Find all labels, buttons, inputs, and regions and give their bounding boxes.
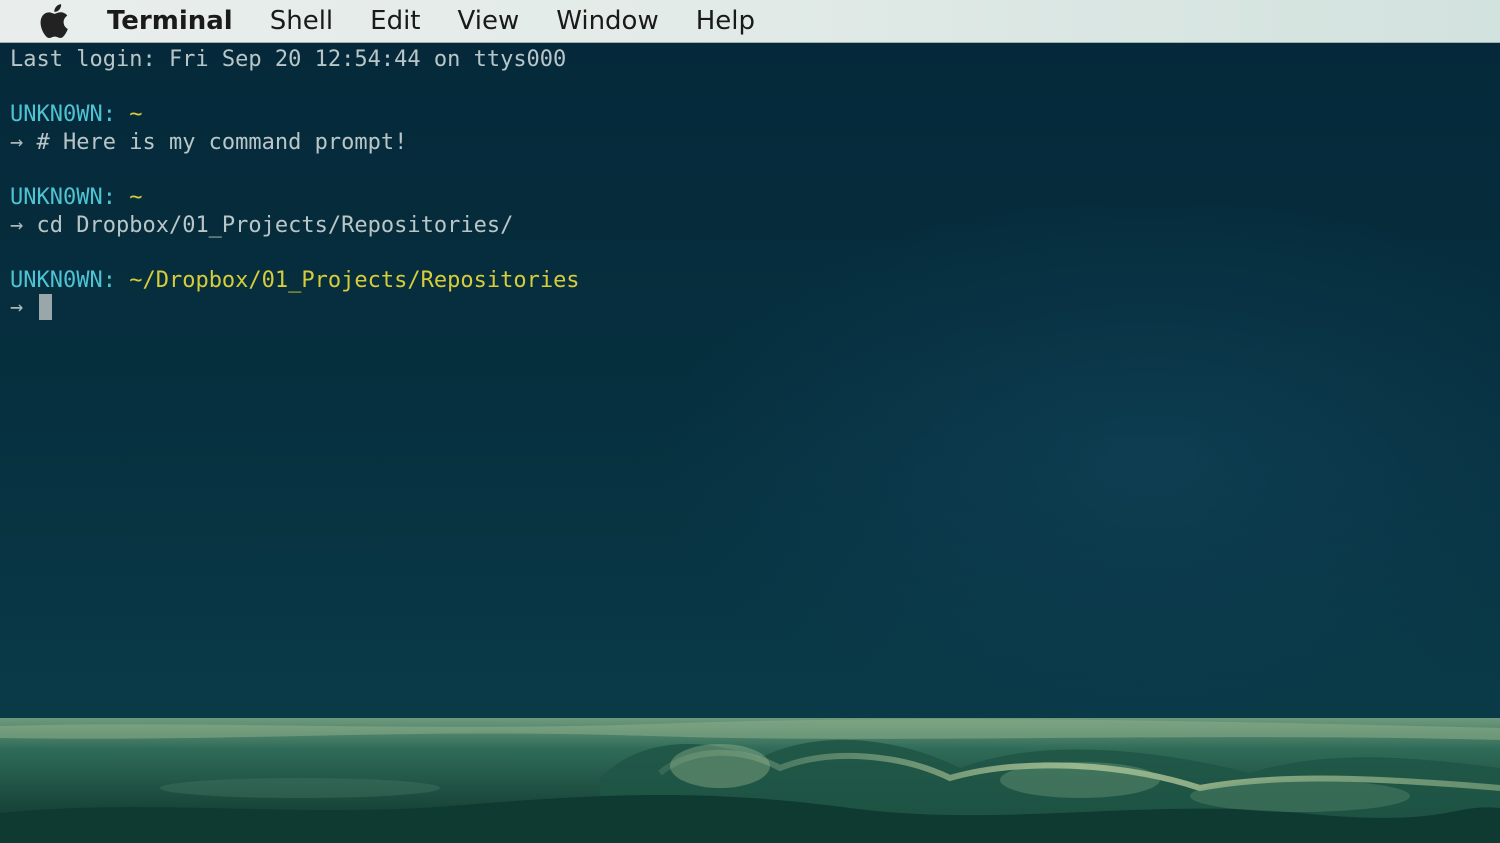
- prompt-header: UNKN0WN: ~: [10, 101, 1500, 129]
- prompt-path: ~/Dropbox/01_Projects/Repositories: [129, 267, 580, 293]
- prompt-path: ~: [129, 102, 143, 128]
- text-cursor: [38, 294, 52, 321]
- menu-help[interactable]: Help: [696, 0, 755, 43]
- command-line: → # Here is my command prompt!: [10, 129, 1500, 157]
- prompt-user: UNKN0WN:: [10, 267, 116, 293]
- terminal-window[interactable]: Last login: Fri Sep 20 12:54:44 on ttys0…: [0, 43, 1500, 718]
- prompt-user: UNKN0WN:: [10, 184, 116, 210]
- command-text: # Here is my command prompt!: [36, 129, 408, 155]
- prompt-path: ~: [129, 184, 143, 210]
- desktop-wallpaper: [0, 718, 1500, 843]
- menu-terminal[interactable]: Terminal: [107, 0, 233, 43]
- prompt-header: UNKN0WN: ~: [10, 184, 1500, 212]
- prompt-header: UNKN0WN: ~/Dropbox/01_Projects/Repositor…: [10, 267, 1500, 295]
- menu-edit[interactable]: Edit: [370, 0, 420, 43]
- prompt-user: UNKN0WN:: [10, 102, 116, 128]
- menu-shell[interactable]: Shell: [270, 0, 333, 43]
- command-line: → cd Dropbox/01_Projects/Repositories/: [10, 212, 1500, 240]
- menu-window[interactable]: Window: [556, 0, 659, 43]
- wave-image: [0, 718, 1500, 843]
- prompt-arrow: →: [10, 295, 24, 321]
- apple-logo-icon[interactable]: [37, 4, 71, 38]
- menu-bar: Terminal Shell Edit View Window Help: [0, 0, 1500, 43]
- command-text: cd Dropbox/01_Projects/Repositories/: [36, 212, 514, 238]
- prompt-arrow: →: [10, 129, 24, 155]
- menu-view[interactable]: View: [458, 0, 520, 43]
- last-login-line: Last login: Fri Sep 20 12:54:44 on ttys0…: [10, 47, 567, 72]
- active-command-line[interactable]: →: [10, 294, 1500, 322]
- prompt-arrow: →: [10, 212, 24, 238]
